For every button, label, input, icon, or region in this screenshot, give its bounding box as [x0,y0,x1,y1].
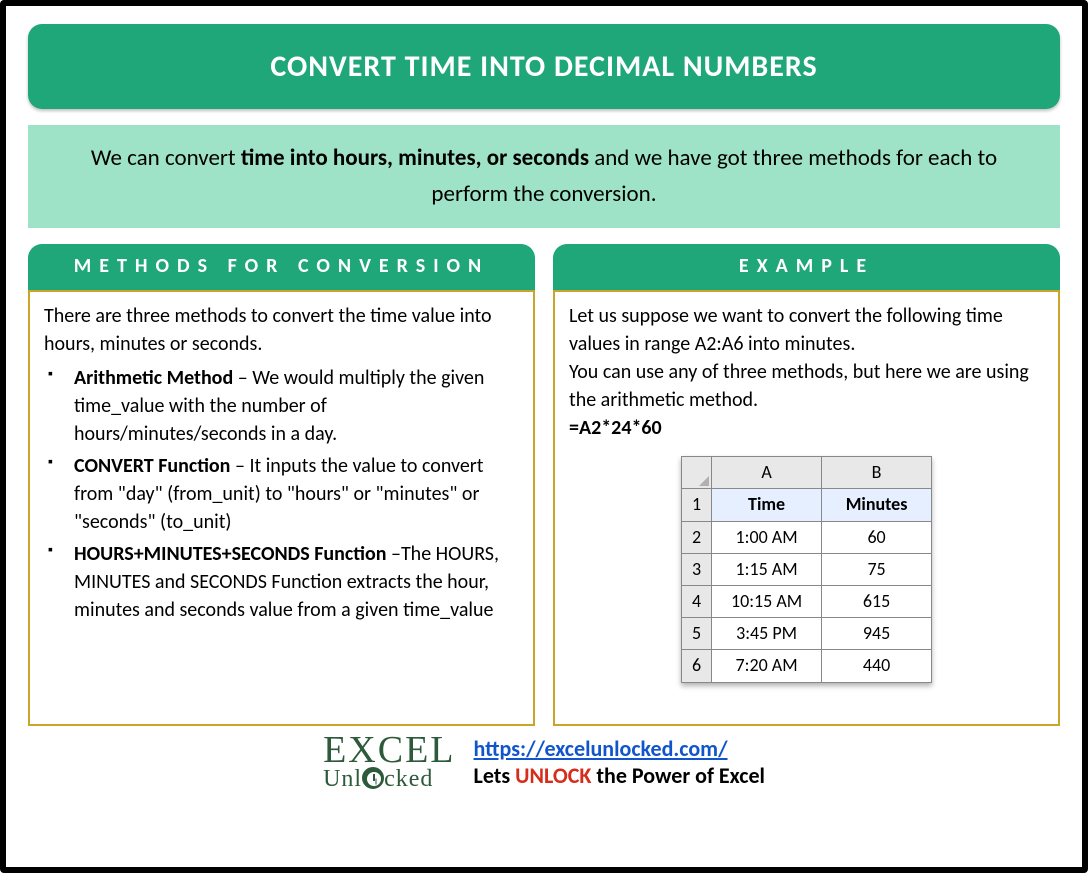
example-table: A B 1 Time Minutes 2 1:00 AM 60 3 [681,456,932,682]
cell-minutes: 440 [822,650,932,682]
methods-lead: There are three methods to convert the t… [44,302,519,358]
page-title: CONVERT TIME INTO DECIMAL NUMBERS [28,24,1060,109]
example-header: EXAMPLE [553,244,1060,290]
cell-time: 10:15 AM [712,586,822,618]
row-number: 4 [681,586,711,618]
brand-logo: EXCEL Unlcked [323,734,455,789]
tagline-pre: Lets [474,762,516,789]
cell-time: 7:20 AM [712,650,822,682]
table-row: 6 7:20 AM 440 [681,650,931,682]
methods-list: Arithmetic Method – We would multiply th… [44,364,519,624]
logo-line1: EXCEL [323,734,455,766]
footer-text: https://excelunlocked.com/ Lets UNLOCK t… [474,735,765,789]
cell-minutes: 60 [822,521,932,553]
method-item: CONVERT Function – It inputs the value t… [70,452,519,536]
method-sep: – [230,454,249,478]
table-row: 5 3:45 PM 945 [681,618,931,650]
data-header: Minutes [822,489,932,521]
intro-bold: time into hours, minutes, or seconds [241,144,589,172]
row-number: 1 [681,489,711,521]
table-corner [681,457,711,489]
table-row: 4 10:15 AM 615 [681,586,931,618]
method-name: Arithmetic Method [74,366,233,390]
row-number: 5 [681,618,711,650]
clock-icon [362,767,384,789]
example-p2: You can use any of three methods, but he… [569,358,1044,414]
logo-post: cked [384,766,433,792]
cell-time: 1:15 AM [712,553,822,585]
methods-column: METHODS FOR CONVERSION There are three m… [28,244,535,726]
cell-minutes: 615 [822,586,932,618]
data-header: Time [712,489,822,521]
intro-banner: We can convert time into hours, minutes,… [28,125,1060,228]
table-row: 1 Time Minutes [681,489,931,521]
method-item: HOURS+MINUTES+SECONDS Function –The HOUR… [70,540,519,624]
methods-body: There are three methods to convert the t… [28,290,535,726]
table-row: 2 1:00 AM 60 [681,521,931,553]
row-number: 3 [681,553,711,585]
row-number: 6 [681,650,711,682]
page: CONVERT TIME INTO DECIMAL NUMBERS We can… [0,0,1088,873]
method-sep: – [386,542,400,566]
tagline-unlock: UNLOCK [515,762,591,789]
footer: EXCEL Unlcked https://excelunlocked.com/… [28,734,1060,789]
logo-pre: Unl [323,766,362,792]
footer-link[interactable]: https://excelunlocked.com/ [474,735,728,762]
cell-time: 3:45 PM [712,618,822,650]
tagline-post: the Power of Excel [591,762,764,789]
method-name: HOURS+MINUTES+SECONDS Function [74,542,386,566]
method-name: CONVERT Function [74,454,230,478]
row-number: 2 [681,521,711,553]
method-sep: – [233,366,252,390]
cell-minutes: 75 [822,553,932,585]
example-formula: =A2*24*60 [569,414,1044,442]
method-item: Arithmetic Method – We would multiply th… [70,364,519,448]
columns: METHODS FOR CONVERSION There are three m… [28,244,1060,726]
col-letter: A [712,457,822,489]
cell-time: 1:00 AM [712,521,822,553]
methods-header: METHODS FOR CONVERSION [28,244,535,290]
example-column: EXAMPLE Let us suppose we want to conver… [553,244,1060,726]
example-p1: Let us suppose we want to convert the fo… [569,302,1044,358]
example-body: Let us suppose we want to convert the fo… [553,290,1060,726]
cell-minutes: 945 [822,618,932,650]
intro-pre: We can convert [91,144,241,172]
table-row: A B [681,457,931,489]
col-letter: B [822,457,932,489]
table-row: 3 1:15 AM 75 [681,553,931,585]
